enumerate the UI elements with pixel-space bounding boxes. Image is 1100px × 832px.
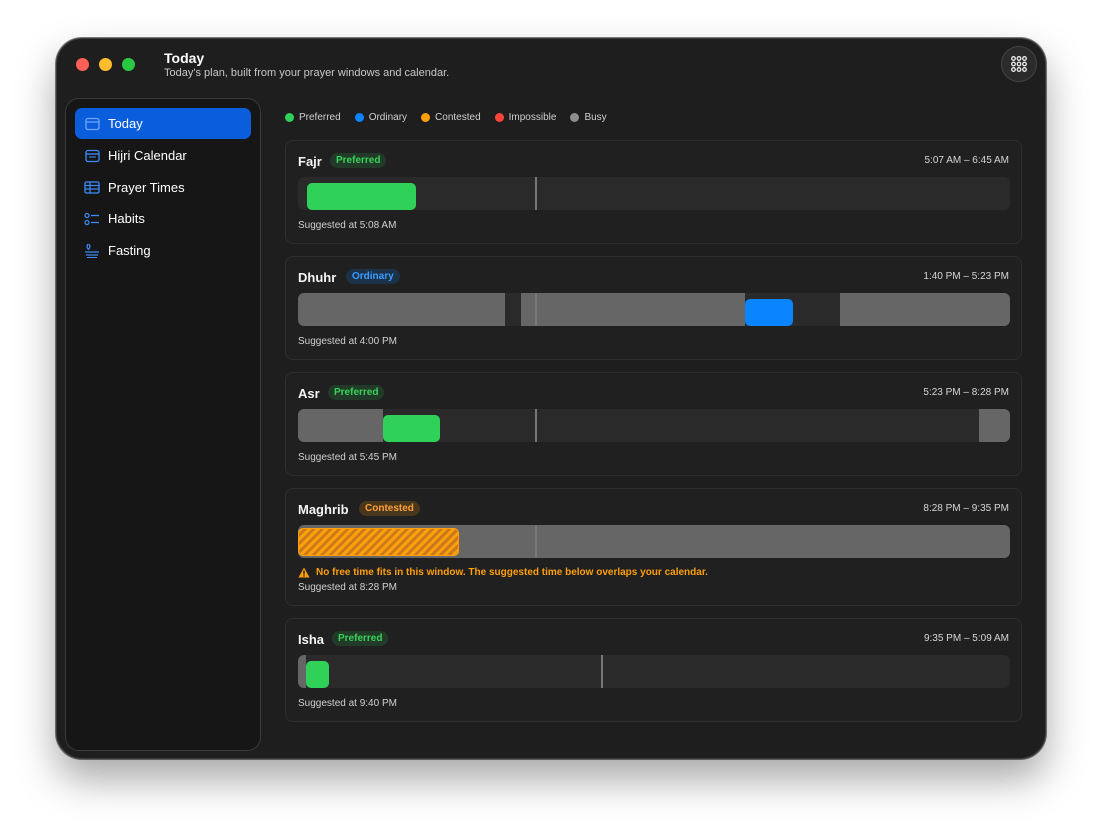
suggested-slot[interactable] [745,299,793,326]
current-time-marker [601,655,603,688]
status-badge: Preferred [328,385,385,400]
timeline-track [298,177,1010,210]
prayer-name: Asr [298,386,320,401]
calendar-today-icon [81,116,103,132]
suggested-time: Suggested at 4:00 PM [298,336,397,347]
prayer-card-isha: Isha Preferred 9:35 PM – 5:09 AM Suggest… [285,618,1022,722]
prayer-name: Dhuhr [298,270,337,285]
busy-block [298,655,306,688]
sidebar-item-label: Hijri Calendar [108,148,187,163]
busy-block [979,409,1010,442]
sidebar-item-label: Today [108,116,143,131]
suggested-time: Suggested at 8:28 PM [298,582,397,593]
main-content: Preferred Ordinary Contested Impossible … [285,98,1023,749]
status-badge: Contested [359,501,420,516]
prayer-window-range: 1:40 PM – 5:23 PM [923,271,1009,282]
suggested-time: Suggested at 5:08 AM [298,220,397,231]
table-icon [81,180,103,196]
current-time-marker [535,177,537,210]
suggested-slot[interactable] [383,415,440,442]
sidebar-item-today[interactable]: Today [75,108,251,139]
prayer-card-dhuhr: Dhuhr Ordinary 1:40 PM – 5:23 PM Suggest… [285,256,1022,360]
busy-block [298,293,505,326]
prayer-window-range: 8:28 PM – 9:35 PM [923,503,1009,514]
grid-icon [1011,56,1027,72]
busy-block [840,293,1010,326]
legend-item-impossible: Impossible [494,112,557,123]
current-time-marker [535,293,537,326]
sidebar: Today Hijri Calendar Prayer Times Habits… [65,98,261,751]
impossible-swatch [494,113,504,122]
calendar-icon [81,148,103,164]
sidebar-item-label: Habits [108,211,145,226]
fasting-icon [81,243,103,259]
busy-swatch [570,113,580,122]
legend-item-contested: Contested [421,112,481,123]
prayer-window-range: 9:35 PM – 5:09 AM [923,633,1009,644]
contested-swatch [421,113,431,122]
busy-block [298,409,383,442]
ordinary-swatch [354,113,364,122]
status-badge: Preferred [332,631,389,646]
grid-menu-button[interactable] [1001,46,1037,82]
prayer-name: Fajr [298,154,322,169]
warning-icon [298,567,310,578]
checklist-icon [81,211,103,227]
sidebar-item-hijri-calendar[interactable]: Hijri Calendar [75,140,251,171]
timeline-track [298,409,1010,442]
busy-block [521,293,745,326]
legend-label: Ordinary [368,112,408,123]
prayer-name: Maghrib [298,502,349,517]
timeline-track [298,525,1010,558]
timeline-track [298,655,1010,688]
sidebar-item-habits[interactable]: Habits [75,203,251,234]
warning-text: No free time fits in this window. The su… [316,567,708,578]
suggested-slot[interactable] [306,661,329,688]
zoom-window-button[interactable] [122,58,135,71]
sidebar-item-prayer-times[interactable]: Prayer Times [75,172,251,203]
prayer-card-fajr: Fajr Preferred 5:07 AM – 6:45 AM Suggest… [285,140,1022,244]
prayer-name: Isha [298,632,325,647]
window-title: Today [164,50,205,66]
legend-label: Impossible [508,112,557,123]
conflict-warning: No free time fits in this window. The su… [298,567,708,578]
window-controls [76,58,135,71]
prayer-window-range: 5:23 PM – 8:28 PM [923,387,1009,398]
prayer-card-asr: Asr Preferred 5:23 PM – 8:28 PM Suggeste… [285,372,1022,476]
suggested-time: Suggested at 9:40 PM [298,698,397,709]
preferred-swatch [285,113,294,122]
legend: Preferred Ordinary Contested Impossible … [285,112,607,123]
suggested-slot[interactable] [307,183,416,210]
status-badge: Preferred [330,153,387,168]
suggested-slot[interactable] [298,528,459,556]
close-window-button[interactable] [76,58,89,71]
legend-label: Contested [435,112,481,123]
minimize-window-button[interactable] [99,58,112,71]
current-time-marker [535,525,537,558]
sidebar-item-label: Prayer Times [108,180,185,195]
legend-label: Preferred [299,112,341,123]
sidebar-item-fasting[interactable]: Fasting [75,235,251,266]
window-subtitle: Today's plan, built from your prayer win… [164,67,450,79]
legend-item-busy: Busy [570,112,607,123]
prayer-window-range: 5:07 AM – 6:45 AM [924,155,1010,166]
timeline-track [298,293,1010,326]
legend-item-ordinary: Ordinary [354,112,408,123]
suggested-time: Suggested at 5:45 PM [298,452,397,463]
app-window: Today Today's plan, built from your pray… [56,38,1046,759]
legend-item-preferred: Preferred [285,112,341,123]
prayer-card-maghrib: Maghrib Contested 8:28 PM – 9:35 PM No f… [285,488,1022,606]
legend-label: Busy [584,112,607,123]
current-time-marker [535,409,537,442]
status-badge: Ordinary [346,269,400,284]
sidebar-item-label: Fasting [108,243,151,258]
